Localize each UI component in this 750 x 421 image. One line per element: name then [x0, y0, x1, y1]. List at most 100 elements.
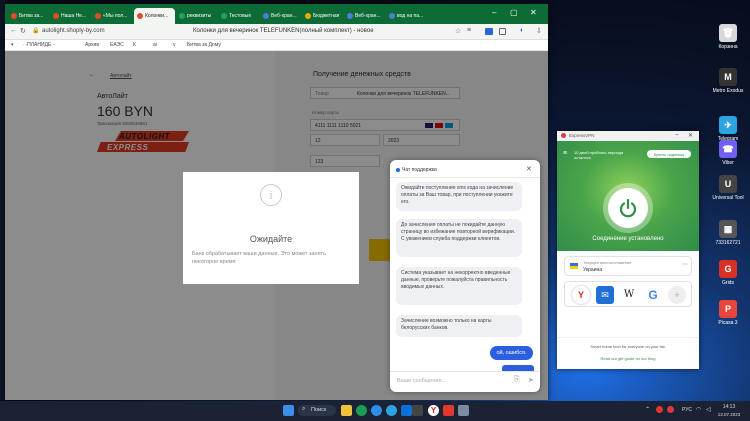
bookmark-star-icon[interactable]: ☆ [455, 27, 461, 35]
yandex-browser-icon[interactable]: Y [428, 405, 439, 416]
vpn-minimize-icon[interactable]: – [675, 132, 678, 138]
tab-label: Бюджетная [313, 13, 340, 19]
taskbar: ⌕ Поиск Y ⌃ РУС ◠ ◁ 14:13 13.07.2023 [0, 401, 750, 421]
chat-input[interactable]: Ваше сообщение... [397, 378, 446, 384]
edge-icon[interactable] [371, 405, 382, 416]
search-label: Поиск [311, 407, 327, 413]
desktop-icon-label: Picasa 3 [718, 320, 738, 326]
search-box[interactable]: ⌕ Поиск [298, 405, 336, 416]
download-icon[interactable]: ⇩ [536, 27, 542, 35]
extension-icon[interactable] [485, 28, 493, 35]
explorer-icon[interactable] [341, 405, 352, 416]
app-icon[interactable] [458, 405, 469, 416]
add-icon[interactable]: + [668, 286, 686, 304]
tab-favicon-icon [11, 13, 17, 19]
chat-message: До зачисления оплаты не покидайте данную… [396, 219, 522, 257]
menu-icon[interactable]: ≡ [467, 27, 471, 34]
app-icon[interactable] [412, 405, 423, 416]
tab-favicon-icon [137, 13, 143, 19]
volume-icon[interactable]: ◁ [706, 406, 711, 413]
desktop-icon[interactable]: ▦ 733162721 [706, 220, 750, 246]
desktop-app-icon: 🗑 [719, 24, 737, 42]
desktop-icon[interactable]: ✈ Telegram [706, 116, 750, 142]
browser-tab[interactable]: «Мы пол... [92, 8, 133, 24]
attach-icon[interactable]: ⎘ [514, 376, 520, 384]
modal-text: Банк обрабатывает ваши данные. Это может… [192, 251, 326, 265]
network-icon[interactable]: ◠ [696, 406, 701, 413]
browser-tab[interactable]: вод на па... [386, 8, 427, 24]
yandex-icon[interactable]: Y [572, 286, 590, 304]
bookmark-item[interactable]: v [173, 42, 176, 48]
vpn-close-icon[interactable]: ✕ [688, 132, 693, 139]
tray-app-icon[interactable] [656, 406, 663, 413]
desktop-icon-label: Корзина [718, 44, 738, 50]
lock-icon: 🔒 [32, 28, 40, 34]
desktop-icon[interactable]: ☎ Viber [706, 140, 750, 166]
telegram-icon[interactable] [386, 405, 397, 416]
tab-favicon-icon [53, 13, 59, 19]
vpn-promo: 10 дней пробного периода осталось [574, 150, 624, 160]
desktop-app-icon: U [719, 175, 737, 193]
desktop-icon[interactable]: U Universal Tool [706, 175, 750, 201]
vpn-menu-icon[interactable]: ≡ [563, 150, 567, 157]
desktop-icon-label: 733162721 [715, 240, 741, 246]
close-icon[interactable]: ✕ [530, 8, 537, 17]
location-name: Украина [583, 267, 603, 273]
desktop-icon[interactable]: G Grids [706, 260, 750, 286]
location-card[interactable]: Текущее местоположение Украина ⋯ [564, 256, 692, 276]
browser-tab[interactable]: Веб-хран... [344, 8, 385, 24]
gift-guide-link[interactable]: Read our gift guide on our blog [557, 356, 699, 361]
desktop-app-icon: G [719, 260, 737, 278]
chat-close-icon[interactable]: ✕ [526, 165, 532, 173]
user-message: ой, ошибся. [490, 346, 533, 360]
desktop-icon[interactable]: M Metro Exodus [706, 68, 750, 94]
language-indicator[interactable]: РУС [682, 407, 692, 413]
bookmark-prefix[interactable]: ∙∙∙ПЛАНИДЕ∙∙∙ [23, 42, 55, 48]
desktop-icon[interactable]: 🗑 Корзина [706, 24, 750, 50]
tray-vpn-icon[interactable] [667, 406, 674, 413]
desktop-app-icon: P [719, 300, 737, 318]
bookmark-item[interactable]: ЕАЭС [110, 42, 124, 48]
browser-tab[interactable]: Битва за... [8, 8, 49, 24]
browser-tab[interactable]: Веб-хран... [260, 8, 301, 24]
tray-chevron-icon[interactable]: ⌃ [645, 406, 650, 413]
subscribe-button[interactable]: Купить подписку [647, 150, 691, 158]
desktop-icon-label: Grids [722, 280, 734, 286]
tabs-icon[interactable] [499, 28, 506, 35]
bookmarks-bar: ▾ ∙∙∙ПЛАНИДЕ∙∙∙ Архив ЕАЭС К ai v Битва … [5, 40, 548, 51]
tab-label: Колонки... [145, 13, 169, 19]
chrome-icon[interactable] [356, 405, 367, 416]
wikipedia-icon[interactable]: W [620, 286, 638, 304]
google-icon[interactable]: G [644, 286, 662, 304]
profile-icon[interactable]: ◐ [520, 27, 524, 34]
bookmark-item[interactable]: Архив [85, 42, 99, 48]
send-icon[interactable]: ➤ [528, 376, 534, 384]
bookmark-item[interactable]: К [133, 42, 136, 48]
apps-icon[interactable]: ▾ [11, 42, 14, 48]
expressvpn-logo-icon [561, 133, 566, 138]
browser-tab[interactable]: реквизиты [176, 8, 217, 24]
desktop-app-icon: ✈ [719, 116, 737, 134]
app-icon[interactable] [443, 405, 454, 416]
browser-tab[interactable]: Тестовые [218, 8, 259, 24]
maximize-icon[interactable]: ▢ [510, 8, 518, 17]
desktop-icon[interactable]: P Picasa 3 [706, 300, 750, 326]
start-icon[interactable] [283, 405, 294, 416]
back-icon[interactable]: ← [10, 27, 17, 34]
browser-tab[interactable]: Бюджетная [302, 8, 343, 24]
browser-tab[interactable]: Наша Не... [50, 8, 91, 24]
more-options-icon[interactable]: ⋯ [682, 261, 688, 268]
url-field[interactable]: autolight.shoply-by.com [42, 28, 105, 34]
minimize-icon[interactable]: – [492, 8, 496, 17]
mail-icon[interactable]: ✉ [596, 286, 614, 304]
clock-date[interactable]: 13.07.2023 [712, 412, 746, 417]
bookmark-item[interactable]: Битва за Дому [187, 42, 221, 48]
info-icon: i [260, 184, 282, 206]
mail-app-icon[interactable] [401, 405, 412, 416]
power-button[interactable] [608, 188, 648, 228]
clock-time[interactable]: 14:13 [716, 404, 742, 410]
bookmark-item[interactable]: ai [153, 42, 157, 48]
vpn-titlebar: ExpressVPN – ✕ [557, 131, 699, 141]
browser-tab[interactable]: Колонки... [134, 8, 175, 24]
refresh-icon[interactable]: ↻ [20, 27, 26, 35]
